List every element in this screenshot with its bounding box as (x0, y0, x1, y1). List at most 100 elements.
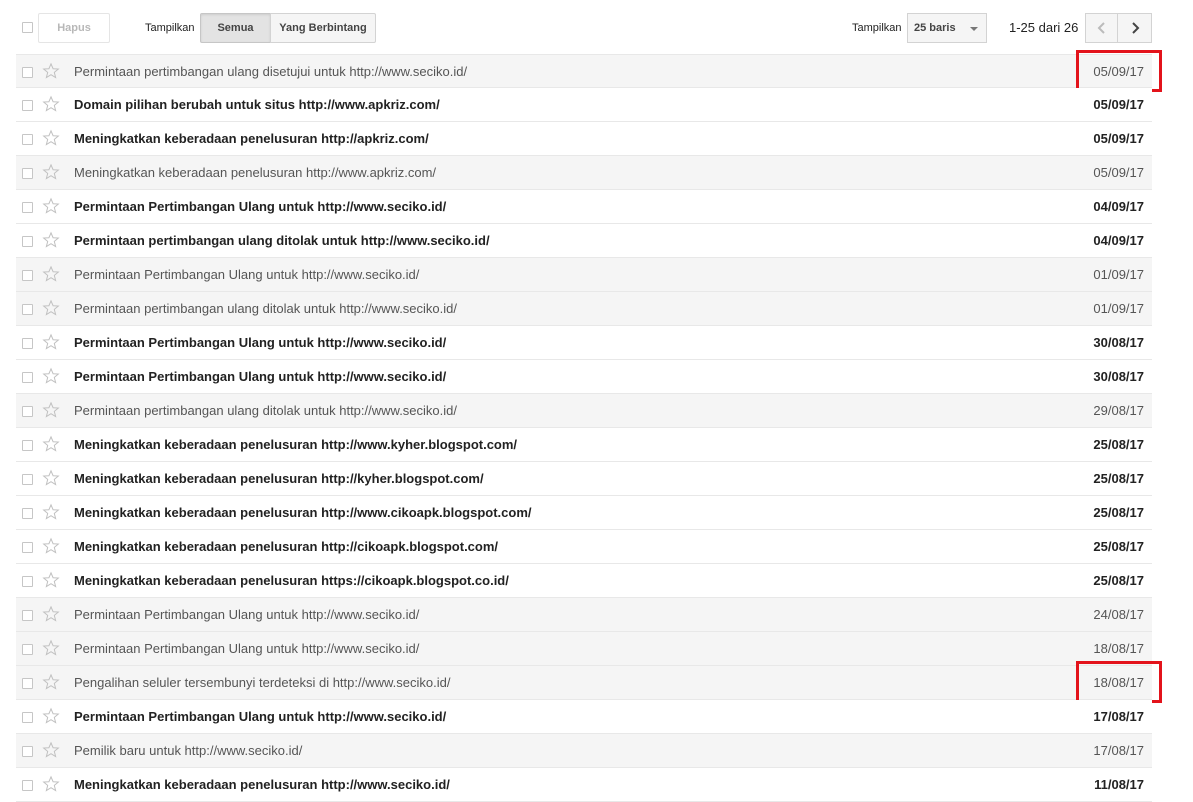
star-outline-icon[interactable] (42, 741, 60, 759)
message-row[interactable]: Meningkatkan keberadaan penelusuran http… (16, 768, 1152, 802)
select-all-checkbox[interactable] (22, 22, 33, 33)
message-row[interactable]: Permintaan Pertimbangan Ulang untuk http… (16, 360, 1152, 394)
star-outline-icon[interactable] (42, 469, 60, 487)
message-subject[interactable]: Permintaan Pertimbangan Ulang untuk http… (74, 709, 446, 724)
message-subject[interactable]: Permintaan Pertimbangan Ulang untuk http… (74, 369, 446, 384)
row-checkbox[interactable] (22, 338, 33, 349)
star-outline-icon[interactable] (42, 673, 60, 691)
row-checkbox[interactable] (22, 610, 33, 621)
message-row[interactable]: Permintaan Pertimbangan Ulang untuk http… (16, 326, 1152, 360)
message-subject[interactable]: Domain pilihan berubah untuk situs http:… (74, 97, 440, 112)
message-subject[interactable]: Permintaan pertimbangan ulang ditolak un… (74, 233, 490, 248)
row-checkbox[interactable] (22, 134, 33, 145)
message-row[interactable]: Meningkatkan keberadaan penelusuran http… (16, 428, 1152, 462)
star-outline-icon[interactable] (42, 163, 60, 181)
row-checkbox[interactable] (22, 644, 33, 655)
message-date: 01/09/17 (1093, 267, 1144, 282)
row-checkbox[interactable] (22, 780, 33, 791)
star-outline-icon[interactable] (42, 707, 60, 725)
star-outline-icon[interactable] (42, 62, 60, 80)
star-outline-icon[interactable] (42, 299, 60, 317)
rows-per-page-value: 25 baris (914, 22, 956, 34)
star-outline-icon[interactable] (42, 197, 60, 215)
message-subject[interactable]: Permintaan pertimbangan ulang ditolak un… (74, 301, 457, 316)
rows-per-page-select[interactable]: 25 baris (907, 13, 987, 43)
message-subject[interactable]: Meningkatkan keberadaan penelusuran http… (74, 777, 450, 792)
message-subject[interactable]: Permintaan pertimbangan ulang ditolak un… (74, 403, 457, 418)
row-checkbox[interactable] (22, 542, 33, 553)
row-checkbox[interactable] (22, 576, 33, 587)
row-checkbox[interactable] (22, 746, 33, 757)
message-row[interactable]: Permintaan pertimbangan ulang ditolak un… (16, 394, 1152, 428)
row-checkbox[interactable] (22, 270, 33, 281)
message-row[interactable]: Meningkatkan keberadaan penelusuran http… (16, 496, 1152, 530)
message-subject[interactable]: Meningkatkan keberadaan penelusuran http… (74, 131, 429, 146)
message-row[interactable]: Permintaan pertimbangan ulang disetujui … (16, 50, 1162, 92)
row-checkbox[interactable] (22, 474, 33, 485)
star-outline-icon[interactable] (42, 95, 60, 113)
message-subject[interactable]: Meningkatkan keberadaan penelusuran http… (74, 505, 532, 520)
rows-per-page-label: Tampilkan (852, 22, 902, 34)
prev-page-button[interactable] (1085, 13, 1118, 43)
message-subject[interactable]: Pemilik baru untuk http://www.seciko.id/ (74, 743, 302, 758)
row-checkbox[interactable] (22, 508, 33, 519)
star-outline-icon[interactable] (42, 231, 60, 249)
message-row[interactable]: Permintaan Pertimbangan Ulang untuk http… (16, 700, 1152, 734)
row-checkbox[interactable] (22, 236, 33, 247)
message-row[interactable]: Permintaan Pertimbangan Ulang untuk http… (16, 190, 1152, 224)
star-outline-icon[interactable] (42, 639, 60, 657)
message-row[interactable]: Meningkatkan keberadaan penelusuran http… (16, 122, 1152, 156)
star-outline-icon[interactable] (42, 537, 60, 555)
message-row[interactable]: Meningkatkan keberadaan penelusuran http… (16, 530, 1152, 564)
message-row[interactable]: Permintaan pertimbangan ulang ditolak un… (16, 292, 1152, 326)
star-outline-icon[interactable] (42, 265, 60, 283)
row-checkbox[interactable] (22, 168, 33, 179)
row-checkbox[interactable] (22, 304, 33, 315)
row-checkbox[interactable] (22, 100, 33, 111)
message-row[interactable]: Pemilik baru untuk http://www.seciko.id/… (16, 734, 1152, 768)
message-date: 29/08/17 (1093, 403, 1144, 418)
message-row[interactable]: Permintaan pertimbangan ulang ditolak un… (16, 224, 1152, 258)
star-outline-icon[interactable] (42, 435, 60, 453)
row-checkbox[interactable] (22, 202, 33, 213)
message-subject[interactable]: Meningkatkan keberadaan penelusuran http… (74, 437, 517, 452)
star-outline-icon[interactable] (42, 129, 60, 147)
star-outline-icon[interactable] (42, 605, 60, 623)
delete-button[interactable]: Hapus (38, 13, 110, 43)
star-outline-icon[interactable] (42, 571, 60, 589)
message-subject[interactable]: Permintaan Pertimbangan Ulang untuk http… (74, 607, 419, 622)
message-subject[interactable]: Meningkatkan keberadaan penelusuran http… (74, 165, 436, 180)
star-outline-icon[interactable] (42, 775, 60, 793)
row-checkbox[interactable] (22, 372, 33, 383)
filter-starred-button[interactable]: Yang Berbintang (270, 13, 376, 43)
row-checkbox[interactable] (22, 712, 33, 723)
row-checkbox[interactable] (22, 406, 33, 417)
message-subject[interactable]: Permintaan pertimbangan ulang disetujui … (74, 64, 467, 79)
message-row[interactable]: Meningkatkan keberadaan penelusuran http… (16, 156, 1152, 190)
message-row[interactable]: Permintaan Pertimbangan Ulang untuk http… (16, 258, 1152, 292)
message-subject[interactable]: Permintaan Pertimbangan Ulang untuk http… (74, 199, 446, 214)
message-row[interactable]: Meningkatkan keberadaan penelusuran http… (16, 564, 1152, 598)
star-outline-icon[interactable] (42, 503, 60, 521)
row-checkbox[interactable] (22, 440, 33, 451)
message-subject[interactable]: Pengalihan seluler tersembunyi terdeteks… (74, 675, 450, 690)
message-subject[interactable]: Meningkatkan keberadaan penelusuran http… (74, 471, 484, 486)
message-row[interactable]: Permintaan Pertimbangan Ulang untuk http… (16, 598, 1152, 632)
message-subject[interactable]: Permintaan Pertimbangan Ulang untuk http… (74, 335, 446, 350)
star-outline-icon[interactable] (42, 367, 60, 385)
message-subject[interactable]: Permintaan Pertimbangan Ulang untuk http… (74, 267, 419, 282)
row-checkbox[interactable] (22, 67, 33, 78)
message-subject[interactable]: Permintaan Pertimbangan Ulang untuk http… (74, 641, 419, 656)
message-row[interactable]: Permintaan Pertimbangan Ulang untuk http… (16, 632, 1152, 666)
message-subject[interactable]: Meningkatkan keberadaan penelusuran http… (74, 573, 509, 588)
star-outline-icon[interactable] (42, 333, 60, 351)
message-date: 25/08/17 (1093, 437, 1144, 452)
filter-all-button[interactable]: Semua (200, 13, 271, 43)
message-row[interactable]: Meningkatkan keberadaan penelusuran http… (16, 462, 1152, 496)
row-checkbox[interactable] (22, 678, 33, 689)
next-page-button[interactable] (1117, 13, 1152, 43)
message-subject[interactable]: Meningkatkan keberadaan penelusuran http… (74, 539, 498, 554)
star-outline-icon[interactable] (42, 401, 60, 419)
message-row[interactable]: Domain pilihan berubah untuk situs http:… (16, 88, 1152, 122)
message-row[interactable]: Pengalihan seluler tersembunyi terdeteks… (16, 661, 1162, 703)
